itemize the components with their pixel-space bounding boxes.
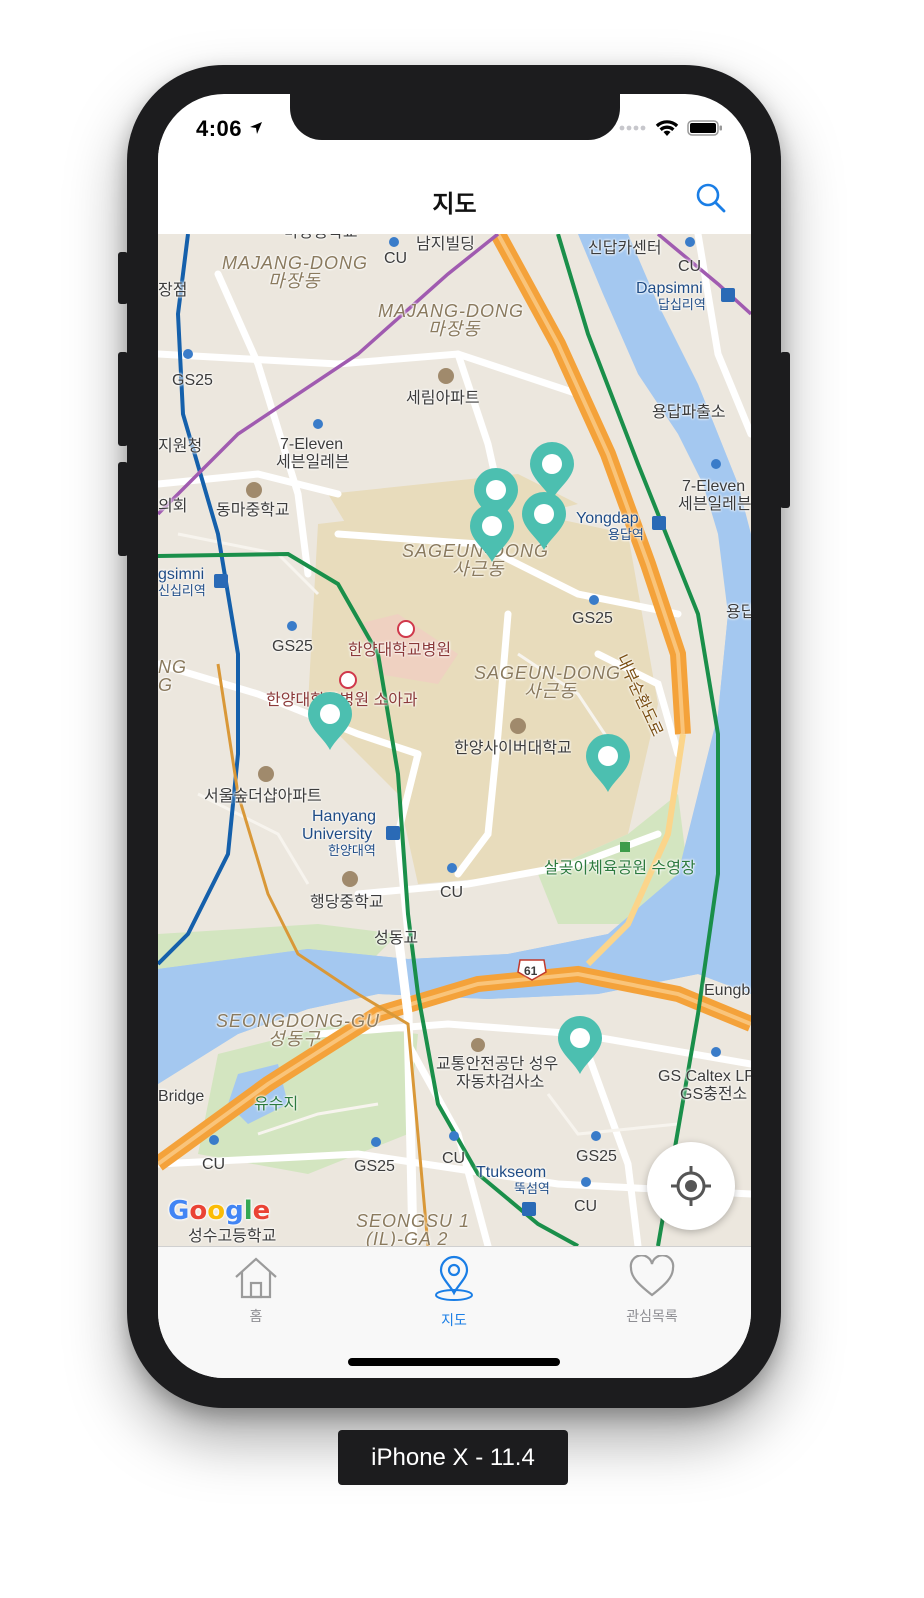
status-time: 4:06	[196, 116, 263, 142]
map-label: CU	[574, 1198, 598, 1215]
tab-map-label: 지도	[441, 1312, 467, 1328]
map-label: CU	[202, 1156, 226, 1173]
map-pin[interactable]	[556, 1016, 604, 1076]
map-label: 7-Eleven	[280, 436, 344, 453]
map-pin-icon	[435, 1255, 473, 1301]
map-pin[interactable]	[584, 734, 632, 794]
map-label: GS Caltex LP	[658, 1068, 751, 1085]
map-pin-icon	[522, 492, 566, 550]
map-label: 용답파출소	[652, 404, 726, 421]
page-title: 지도	[432, 191, 477, 218]
map-label: SEONGDONG-GU	[216, 1011, 381, 1031]
map-pin[interactable]	[520, 492, 568, 552]
map-label: 답십리역	[658, 297, 706, 312]
map-label: GS25	[576, 1148, 617, 1165]
wifi-icon	[655, 120, 679, 136]
map-label: GS25	[354, 1158, 395, 1175]
map-label: Eungb	[704, 982, 751, 999]
map-label: CU	[384, 250, 408, 267]
map-label: 유수지	[254, 1096, 299, 1113]
home-indicator	[348, 1358, 560, 1366]
map-label: CU	[442, 1150, 466, 1167]
map-label: 용답역	[608, 527, 644, 542]
map-label: 장점	[158, 282, 188, 299]
map-label: 마장동	[428, 319, 481, 339]
map-label: 용답	[726, 604, 751, 621]
tab-favorites[interactable]: 관심목록	[592, 1254, 712, 1326]
map-pin-icon	[558, 1016, 602, 1074]
navigation-bar: 지도	[158, 140, 751, 235]
map-label: 마장중학교	[284, 234, 358, 242]
map-label: 행당중학교	[310, 894, 384, 911]
map-label: GS25	[572, 610, 613, 627]
map-label: 성동교	[374, 930, 419, 947]
tab-favorites-label: 관심목록	[626, 1308, 678, 1324]
volume-down-button	[118, 462, 128, 556]
map-label: 마장동	[268, 271, 321, 291]
current-location-button[interactable]	[647, 1142, 735, 1230]
map-pin-icon	[308, 692, 352, 750]
home-icon	[235, 1257, 277, 1299]
screen: 4:06 지도 남지빌딩 CU MAJANG-DONG 마장동 신답카센터 CU…	[158, 94, 751, 1378]
search-icon	[696, 183, 726, 213]
location-arrow-icon	[249, 122, 262, 134]
map-label: SEONGSU 1	[356, 1211, 471, 1231]
map-label: 성동구	[268, 1029, 321, 1049]
map-label: 세븐일레븐	[678, 496, 751, 513]
map-label: 자동차검사소	[456, 1074, 545, 1091]
tab-map[interactable]: 지도	[394, 1255, 514, 1330]
map-label: NG	[158, 657, 187, 677]
map-label: 살곶이체육공원 수영장	[544, 860, 696, 877]
map-label: 의회	[158, 498, 188, 515]
map-label: 신답카센터	[588, 240, 662, 257]
signal-dots-icon	[619, 125, 646, 131]
map-label: 한양대학교병원	[348, 642, 452, 659]
map-label: CU	[678, 258, 702, 275]
map-label: 한양사이버대학교	[454, 740, 572, 757]
map-label: G	[158, 675, 174, 695]
map-label: 세븐일레븐	[276, 454, 350, 471]
map-label: GS충전소	[680, 1086, 748, 1103]
search-button[interactable]	[695, 182, 727, 214]
volume-up-button	[118, 352, 128, 446]
map-label: 서울숲더샵아파트	[204, 788, 322, 805]
crosshair-location-icon	[671, 1166, 711, 1206]
google-logo: Google	[168, 1196, 271, 1226]
map-label: (IL)-GA 2	[366, 1229, 449, 1246]
map-label: 61	[524, 964, 538, 978]
map-pin-icon	[586, 734, 630, 792]
mute-switch	[118, 252, 128, 304]
map-label: CU	[440, 884, 464, 901]
map-label: 7-Eleven	[682, 478, 746, 495]
map-label: MAJANG-DONG	[222, 253, 368, 273]
map-label: 뚝섬역	[514, 1181, 550, 1196]
map-label: 성수고등학교	[188, 1228, 277, 1245]
map-label: Hanyang	[312, 808, 377, 825]
status-icons	[619, 118, 723, 138]
map-label: 세림아파트	[406, 390, 480, 407]
map-pin-icon	[470, 504, 514, 562]
tab-home-label: 홈	[249, 1308, 263, 1324]
battery-icon	[687, 120, 722, 136]
map-pin[interactable]	[306, 692, 354, 752]
map-label: 남지빌딩	[416, 236, 475, 253]
map-label: GS25	[172, 372, 213, 389]
map-label: 신십리역	[158, 583, 206, 598]
notch	[290, 94, 620, 140]
map-label: 지원청	[158, 438, 203, 455]
map-label: SAGEUN-DONG	[474, 663, 622, 683]
map-label: 교통안전공단 성우	[436, 1056, 559, 1073]
map-label: MAJANG-DONG	[378, 301, 524, 321]
map-label: Bridge	[158, 1088, 205, 1105]
map-label: 한양대역	[328, 843, 376, 858]
map-view[interactable]: 마장중학교 남지빌딩 CU MAJANG-DONG 마장동 신답카센터 CU D…	[158, 234, 751, 1246]
map-label: 동마중학교	[216, 502, 290, 519]
map-label: 사근동	[524, 681, 577, 701]
heart-icon	[629, 1254, 675, 1297]
tab-home[interactable]: 홈	[196, 1255, 316, 1326]
power-button	[780, 352, 790, 508]
device-label: iPhone X - 11.4	[338, 1430, 568, 1485]
map-label: GS25	[272, 638, 313, 655]
map-pin[interactable]	[468, 504, 516, 564]
